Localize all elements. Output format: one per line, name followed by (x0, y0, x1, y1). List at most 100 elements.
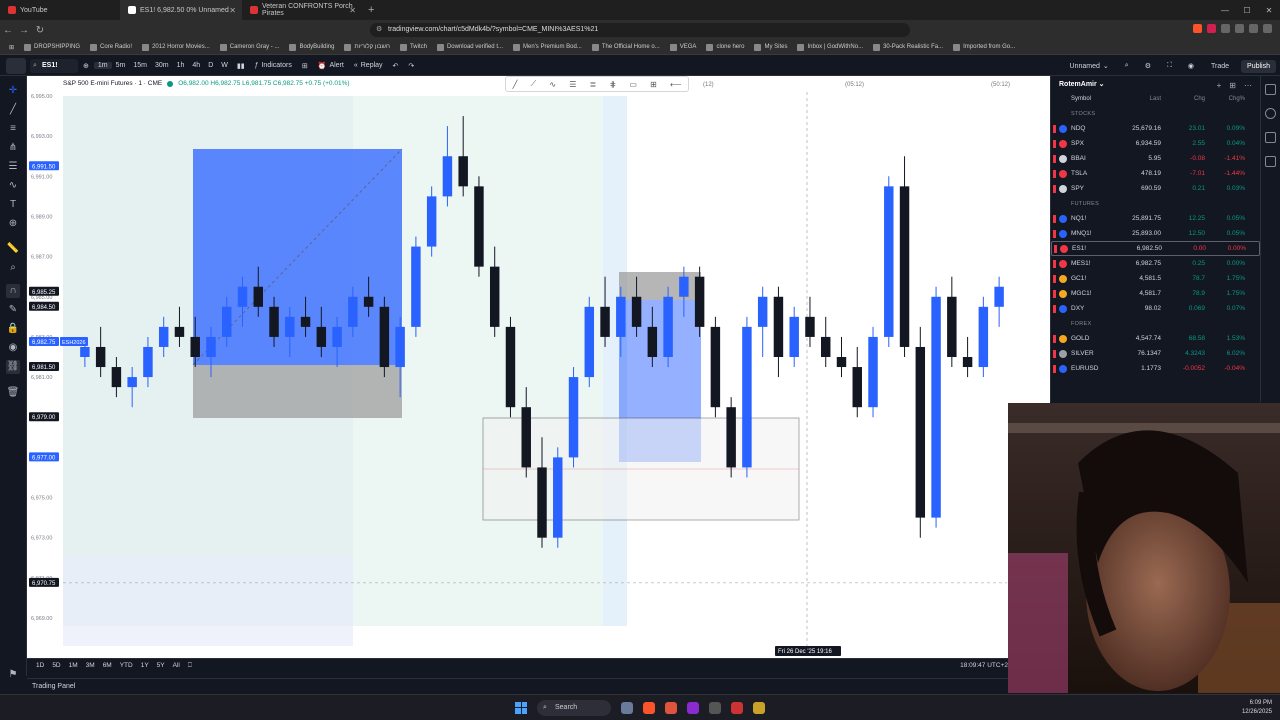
link-icon[interactable]: ⛓ (6, 360, 20, 374)
bookmark-item[interactable]: 30-Pack Realistic Fa... (870, 43, 946, 51)
pitchfork-icon[interactable]: ⋔ (6, 141, 20, 155)
watchlist-row[interactable]: SILVER 76.1347 4.3243 6.02% (1051, 346, 1260, 361)
bookmark-item[interactable]: The Official Home o... (589, 43, 663, 51)
forward-icon[interactable]: → (16, 25, 32, 36)
menu-icon[interactable] (1263, 24, 1272, 33)
object-tree-icon[interactable]: ⚑ (6, 668, 20, 682)
close-tab-icon[interactable]: ✕ (229, 6, 236, 15)
more-icon[interactable]: ⋯ (1244, 81, 1252, 90)
text-icon[interactable]: T (6, 198, 20, 212)
brave-icon[interactable] (665, 701, 677, 714)
utc-clock[interactable]: 18:09:47 UTC+2 (960, 662, 1008, 669)
fullscreen-icon[interactable]: ⛶ (1162, 62, 1177, 70)
timeframe-4h[interactable]: 4h (188, 62, 204, 69)
add-symbol-icon[interactable]: ⊕ (78, 62, 94, 70)
watchlist-row[interactable]: DXY 98.02 0.069 0.07% (1051, 301, 1260, 316)
price-chart[interactable]: 6,969.006,971.006,973.006,975.006,977.00… (27, 76, 1050, 658)
ray-icon[interactable]: ⟋ (531, 79, 537, 89)
publish-button[interactable]: Publish (1241, 59, 1276, 73)
search-icon[interactable]: ⌕ (1120, 62, 1134, 70)
zoom-icon[interactable]: ⌕ (6, 261, 20, 275)
timeframe-30m[interactable]: 30m (151, 62, 173, 69)
obs-icon[interactable] (709, 701, 721, 714)
undo-icon[interactable]: ↶ (388, 62, 404, 70)
camera-icon[interactable]: ◉ (1183, 62, 1199, 70)
timeframe-w[interactable]: W (217, 62, 232, 69)
fib-icon[interactable]: ☰ (6, 160, 20, 174)
range-1d[interactable]: 1D (33, 662, 47, 669)
flag-marker[interactable] (1053, 184, 1056, 193)
flag-marker[interactable] (1053, 304, 1056, 313)
data-window-icon[interactable] (1265, 132, 1276, 143)
watchlist-row[interactable]: MNQ1! 25,893.00 12.50 0.05% (1051, 226, 1260, 241)
site-info-icon[interactable]: ⚙ (376, 23, 382, 37)
bookmark-item[interactable]: Download verified t... (434, 43, 506, 51)
system-clock[interactable]: 6:09 PM 12/26/2025 (1242, 699, 1272, 717)
timeframe-5m[interactable]: 5m (112, 62, 130, 69)
lock-icon[interactable]: 🔒 (6, 322, 20, 336)
layouts-icon[interactable]: ⊞ (297, 62, 313, 70)
add-icon[interactable]: + (1217, 81, 1222, 90)
range-all[interactable]: All (170, 662, 183, 669)
apps-icon[interactable]: ⊞ (6, 44, 17, 51)
trade-button[interactable]: Trade (1205, 61, 1235, 72)
tab-tradingview[interactable]: ES1! 6,982.50 0% Unnamed ✕ (120, 0, 242, 20)
replay-button[interactable]: «Replay (349, 62, 388, 69)
range-ytd[interactable]: YTD (117, 662, 136, 669)
flag-marker[interactable] (1053, 259, 1056, 268)
twitch-icon[interactable] (687, 701, 699, 714)
bookmark-item[interactable]: Cameron Gray - ... (217, 43, 283, 51)
bookmark-item[interactable]: DROPSHIPPING (21, 43, 83, 51)
extension-icon[interactable] (1221, 24, 1230, 33)
flag-marker[interactable] (1053, 169, 1056, 178)
range-6m[interactable]: 6M (100, 662, 115, 669)
range-1y[interactable]: 1Y (138, 662, 152, 669)
extension-icon[interactable] (1249, 24, 1258, 33)
brave-shields-icon[interactable] (1193, 24, 1202, 33)
layout-name[interactable]: Unnamed ⌄ (1065, 62, 1114, 71)
watchlist-section[interactable]: FOREX (1051, 316, 1260, 331)
watchlist-section[interactable]: STOCKS (1051, 106, 1260, 121)
range-5y[interactable]: 5Y (154, 662, 168, 669)
flag-marker[interactable] (1053, 289, 1056, 298)
flag-marker[interactable] (1053, 349, 1056, 358)
grid-icon[interactable]: ⊞ (650, 80, 657, 89)
candlestick-chart[interactable]: 6,969.006,971.006,973.006,975.006,977.00… (27, 76, 1050, 658)
magnet-icon[interactable]: ∩ (6, 284, 20, 298)
close-tab-icon[interactable]: ✕ (349, 6, 356, 15)
timeframe-1m[interactable]: 1m (93, 62, 112, 69)
fib-icon[interactable]: ≣ (590, 80, 597, 89)
bookmark-item[interactable]: Twitch (397, 43, 430, 51)
tab-veteran-video[interactable]: Veteran CONFRONTS Porch Pirates ✕ (242, 0, 362, 20)
alerts-icon[interactable] (1265, 108, 1276, 119)
bookmark-item[interactable]: clone hero (703, 43, 747, 51)
watchlist-row[interactable]: SPY 690.59 0.21 0.03% (1051, 181, 1260, 196)
reload-icon[interactable]: ↻ (32, 25, 48, 36)
watchlist-row[interactable]: GC1! 4,581.5 78.7 1.75% (1051, 271, 1260, 286)
settings-icon[interactable]: ⚙ (1140, 62, 1156, 70)
watchlist-row[interactable]: GOLD 4,547.74 68.58 1.53% (1051, 331, 1260, 346)
bookmark-item[interactable]: BodyBuilding (286, 43, 337, 51)
visibility-icon[interactable]: ◉ (6, 341, 20, 355)
watchlist-row[interactable]: ES1! 6,982.50 0.00 0.00% (1051, 241, 1260, 256)
flag-marker[interactable] (1053, 364, 1056, 373)
bookmark-item[interactable]: חשבון קלוריות (341, 43, 392, 51)
channel-icon[interactable]: ⋕ (609, 80, 616, 89)
watchlist-row[interactable]: EURUSD 1.1773 -0.0052 -0.04% (1051, 361, 1260, 376)
lock-drawing-icon[interactable]: ✎ (6, 303, 20, 317)
horizontal-line-icon[interactable]: ☰ (569, 80, 576, 89)
range-3m[interactable]: 3M (83, 662, 98, 669)
pen-icon[interactable] (753, 701, 765, 714)
redo-icon[interactable]: ↷ (403, 62, 419, 70)
flag-marker[interactable] (1053, 124, 1056, 133)
flag-marker[interactable] (1053, 274, 1056, 283)
watchlist-row[interactable]: MGC1! 4,581.7 78.9 1.75% (1051, 286, 1260, 301)
indicators-button[interactable]: ƒ Indicators (250, 62, 297, 69)
watchlist-section[interactable]: FUTURES (1051, 196, 1260, 211)
flag-marker[interactable] (1053, 214, 1056, 223)
crosshair-icon[interactable]: ✛ (6, 84, 20, 98)
maximize-icon[interactable]: ☐ (1236, 6, 1258, 15)
watchlist-row[interactable]: TSLA 478.19 -7.01 -1.44% (1051, 166, 1260, 181)
bookmark-item[interactable]: VEGA (667, 43, 700, 51)
flag-marker[interactable] (1054, 244, 1057, 253)
